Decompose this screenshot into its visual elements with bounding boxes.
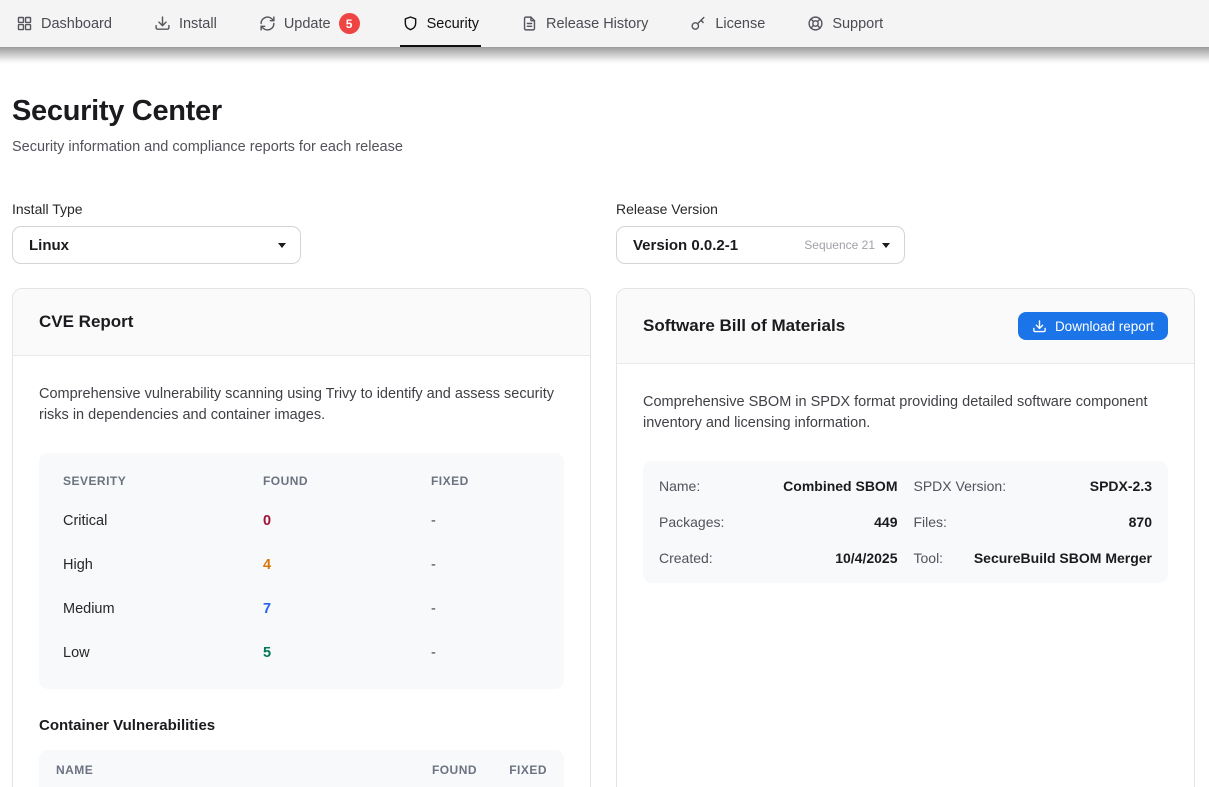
sbom-details: Name: Combined SBOM SPDX Version: SPDX-2… — [643, 461, 1168, 583]
tab-security[interactable]: Security — [402, 0, 479, 47]
download-icon — [1032, 319, 1047, 334]
cve-report-description: Comprehensive vulnerability scanning usi… — [39, 384, 564, 427]
document-icon — [521, 15, 538, 32]
sbom-detail-created: Created: 10/4/2025 — [659, 540, 898, 576]
sbom-detail-name: Name: Combined SBOM — [659, 468, 898, 504]
tab-label: Update — [284, 16, 331, 32]
life-buoy-icon — [807, 15, 824, 32]
column-header-fixed: FIXED — [477, 763, 547, 777]
tab-label: License — [715, 16, 765, 32]
detail-value: Combined SBOM — [783, 478, 897, 494]
sbom-description: Comprehensive SBOM in SPDX format provid… — [643, 392, 1168, 435]
column-header-found: FOUND — [263, 474, 431, 488]
severity-table: SEVERITY FOUND FIXED Critical 0 - High 4… — [39, 453, 564, 689]
nav-shadow — [0, 47, 1209, 64]
detail-value: SPDX-2.3 — [1090, 478, 1152, 494]
table-row-high: High 4 - — [63, 543, 540, 587]
table-row-medium: Medium 7 - — [63, 587, 540, 631]
container-vulnerabilities-title: Container Vulnerabilities — [39, 717, 564, 734]
sbom-detail-packages: Packages: 449 — [659, 504, 898, 540]
release-version-select[interactable]: Version 0.0.2-1 Sequence 21 — [616, 226, 905, 264]
tab-label: Install — [179, 16, 217, 32]
download-icon — [154, 15, 171, 32]
tab-license[interactable]: License — [690, 0, 765, 47]
fixed-count: - — [431, 601, 540, 617]
cve-report-header: CVE Report — [13, 289, 590, 356]
release-version-value: Version 0.0.2-1 — [633, 237, 738, 254]
column-header-fixed: FIXED — [431, 474, 540, 488]
detail-label: Created: — [659, 550, 713, 566]
severity-table-header: SEVERITY FOUND FIXED — [63, 469, 540, 493]
detail-label: Packages: — [659, 514, 724, 530]
found-count: 7 — [263, 601, 431, 617]
container-table-header: NAME FOUND FIXED — [39, 750, 564, 787]
chevron-down-icon — [278, 243, 286, 248]
download-report-button[interactable]: Download report — [1018, 312, 1168, 340]
column-header-name: NAME — [56, 763, 393, 777]
tab-update[interactable]: Update 5 — [259, 0, 360, 47]
tab-release-history[interactable]: Release History — [521, 0, 648, 47]
detail-value: 10/4/2025 — [835, 550, 897, 566]
cve-report-card: CVE Report Comprehensive vulnerability s… — [12, 288, 591, 787]
severity-label: Critical — [63, 513, 263, 529]
sbom-detail-files: Files: 870 — [914, 504, 1153, 540]
install-type-filter: Install Type Linux — [12, 201, 591, 264]
severity-label: Low — [63, 645, 263, 661]
tab-label: Support — [832, 16, 883, 32]
security-center-page: Security Center Security information and… — [0, 95, 1209, 787]
dashboard-grid-icon — [16, 15, 33, 32]
column-header-severity: SEVERITY — [63, 474, 263, 488]
release-sequence-label: Sequence 21 — [804, 238, 882, 252]
fixed-count: - — [431, 645, 540, 661]
tab-support[interactable]: Support — [807, 0, 883, 47]
sbom-card: Software Bill of Materials Download repo… — [616, 288, 1195, 787]
detail-label: Name: — [659, 478, 700, 494]
tab-label: Dashboard — [41, 16, 112, 32]
update-count-badge: 5 — [339, 13, 360, 34]
release-version-filter: Release Version Version 0.0.2-1 Sequence… — [616, 201, 1195, 264]
chevron-down-icon — [882, 243, 890, 248]
detail-value: 870 — [1129, 514, 1152, 530]
found-count: 4 — [263, 557, 431, 573]
sbom-detail-spdx-version: SPDX Version: SPDX-2.3 — [914, 468, 1153, 504]
filters-row: Install Type Linux Release Version Versi… — [12, 201, 1195, 264]
severity-label: Medium — [63, 601, 263, 617]
tab-label: Release History — [546, 16, 648, 32]
install-type-value: Linux — [29, 237, 69, 254]
tab-install[interactable]: Install — [154, 0, 217, 47]
sbom-title: Software Bill of Materials — [643, 316, 845, 336]
tab-dashboard[interactable]: Dashboard — [16, 0, 112, 47]
detail-label: Files: — [914, 514, 947, 530]
severity-label: High — [63, 557, 263, 573]
detail-value: 449 — [874, 514, 897, 530]
install-type-label: Install Type — [12, 201, 591, 217]
page-title: Security Center — [12, 95, 1195, 128]
column-header-found: FOUND — [393, 763, 477, 777]
sbom-detail-tool: Tool: SecureBuild SBOM Merger — [914, 540, 1153, 576]
page-subtitle: Security information and compliance repo… — [12, 139, 1195, 155]
detail-label: Tool: — [914, 550, 944, 566]
install-type-select[interactable]: Linux — [12, 226, 301, 264]
table-row-low: Low 5 - — [63, 631, 540, 675]
key-icon — [690, 15, 707, 32]
cve-report-title: CVE Report — [39, 312, 133, 332]
shield-icon — [402, 15, 419, 32]
detail-value: SecureBuild SBOM Merger — [974, 550, 1152, 566]
detail-label: SPDX Version: — [914, 478, 1007, 494]
refresh-icon — [259, 15, 276, 32]
download-report-label: Download report — [1055, 319, 1154, 334]
tab-label: Security — [427, 16, 479, 32]
found-count: 5 — [263, 645, 431, 661]
fixed-count: - — [431, 513, 540, 529]
found-count: 0 — [263, 513, 431, 529]
report-cards: CVE Report Comprehensive vulnerability s… — [12, 288, 1195, 787]
sbom-header: Software Bill of Materials Download repo… — [617, 289, 1194, 364]
top-nav: Dashboard Install Update 5 Security — [0, 0, 1209, 47]
fixed-count: - — [431, 557, 540, 573]
table-row-critical: Critical 0 - — [63, 499, 540, 543]
release-version-label: Release Version — [616, 201, 1195, 217]
